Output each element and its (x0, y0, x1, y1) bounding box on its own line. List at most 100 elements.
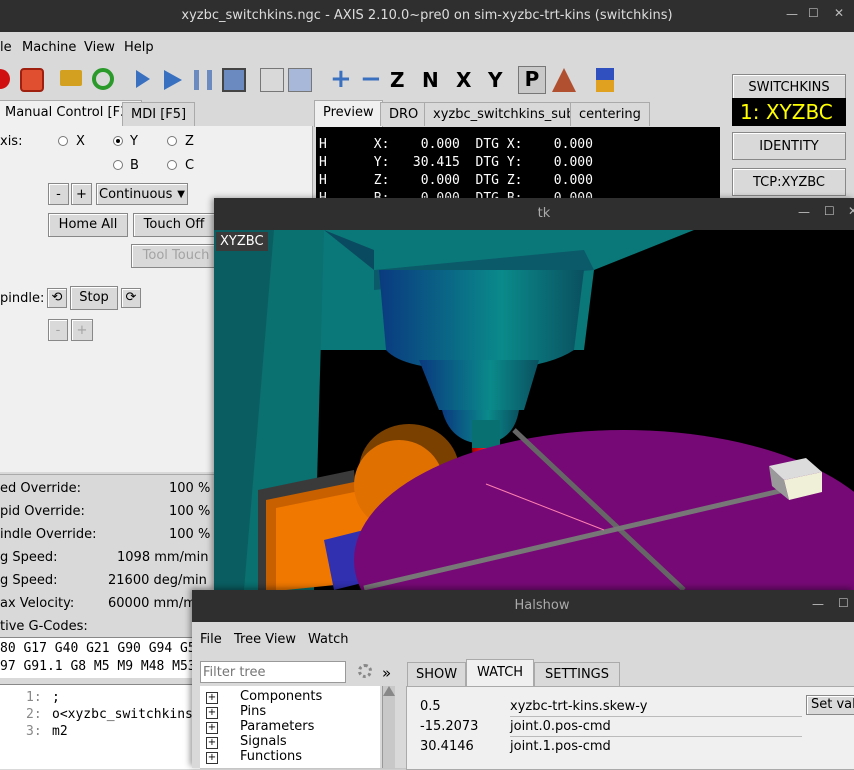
tree-expand-icon: + (206, 722, 218, 734)
close-icon[interactable]: ✕ (834, 6, 844, 20)
axis-y-label: Y (130, 134, 138, 149)
axis-radio-x[interactable] (58, 136, 68, 146)
halshow-menu-file[interactable]: File (200, 632, 222, 647)
spindle-stop-button[interactable]: Stop (70, 286, 118, 310)
rotate-view-icon[interactable] (552, 68, 576, 92)
filter-settings-icon[interactable] (358, 664, 372, 678)
tree-expand-icon: + (206, 707, 218, 719)
jog-mode-value: Continuous (99, 187, 173, 202)
tree-expand-icon: + (206, 692, 218, 704)
menu-machine[interactable]: Machine (22, 40, 76, 55)
touch-off-button[interactable]: Touch Off (133, 213, 215, 237)
minimize-icon[interactable]: — (798, 205, 810, 219)
expand-button[interactable]: » (382, 664, 391, 682)
axis-radio-c[interactable] (167, 160, 177, 170)
spindle-override-value: 100 % (169, 527, 211, 542)
minimize-icon[interactable]: — (812, 597, 824, 611)
stop-icon[interactable] (222, 68, 246, 92)
tree-item-components[interactable]: + Components (206, 689, 322, 704)
view-x-icon[interactable]: X (456, 68, 480, 92)
active-gcodes-box: 80 G17 G40 G21 G90 G94 G5 97 G91.1 G8 M5… (0, 637, 200, 678)
view-y-icon[interactable]: Y (488, 68, 512, 92)
jog-mode-select[interactable]: Continuous ▼ (96, 183, 188, 205)
halshow-menu-watch[interactable]: Watch (308, 632, 348, 647)
optional-stop-icon[interactable] (288, 68, 312, 92)
step-icon[interactable] (164, 70, 182, 90)
tree-item-label: Signals (240, 734, 287, 749)
max-velocity-label: ax Velocity: (0, 596, 75, 611)
tcp-xyzbc-button[interactable]: TCP:XYZBC (732, 168, 846, 196)
menu-file[interactable]: le (0, 40, 12, 55)
tree-expand-icon: + (206, 752, 218, 764)
halshow-tab-settings[interactable]: SETTINGS (534, 662, 621, 687)
minimize-icon[interactable]: — (786, 7, 798, 21)
halshow-window: Halshow — ☐ File Tree View Watch » + Comp… (192, 590, 854, 770)
maximize-icon[interactable]: ☐ (824, 204, 835, 218)
tk-title-bar: tk — ☐ ✕ (214, 198, 854, 230)
set-value-button[interactable]: Set val (806, 695, 854, 715)
feed-override-value: 100 % (169, 481, 211, 496)
spindle-ccw-icon[interactable]: ⟲ (47, 288, 67, 308)
axis-radio-y[interactable] (113, 136, 123, 146)
gcodes-line-1: 80 G17 G40 G21 G90 G94 G5 (0, 641, 196, 656)
block-delete-icon[interactable] (260, 68, 284, 92)
tree-item-label: Parameters (240, 719, 315, 734)
tab-centering[interactable]: centering (570, 102, 650, 126)
filter-tree-input[interactable] (200, 661, 346, 683)
power-icon[interactable] (20, 68, 44, 92)
kins-panel: SWITCHKINS 1: XYZBC IDENTITY TCP:XYZBC (726, 68, 854, 208)
axis-radio-b[interactable] (113, 160, 123, 170)
angular-jog-speed-label: g Speed: (0, 573, 58, 588)
tree-item-functions[interactable]: + Functions (206, 749, 302, 764)
tab-preview[interactable]: Preview (314, 100, 383, 127)
tab-xyzbc-switchkins-sub[interactable]: xyzbc_switchkins_sub (424, 102, 584, 126)
tree-item-parameters[interactable]: + Parameters (206, 719, 314, 734)
view-p-icon[interactable]: P (518, 66, 546, 94)
divider (510, 736, 802, 737)
spindle-plus-button[interactable]: + (71, 319, 93, 341)
clear-plot-icon[interactable] (596, 68, 614, 92)
zoom-out-icon[interactable]: − (360, 66, 382, 92)
menu-view[interactable]: View (84, 40, 115, 55)
identity-button[interactable]: IDENTITY (732, 132, 846, 160)
watch-value: 0.5 (420, 699, 441, 714)
reload-icon[interactable] (92, 68, 114, 90)
dro-display: H X: 0.000 DTG X: 0.000 H Y: 30.415 DTG … (316, 127, 720, 207)
halshow-tab-watch[interactable]: WATCH (466, 659, 535, 687)
zoom-in-icon[interactable]: + (330, 66, 352, 92)
maximize-icon[interactable]: ☐ (838, 596, 849, 610)
maximize-icon[interactable]: ☐ (808, 6, 819, 20)
watch-pin-name: joint.0.pos-cmd (510, 719, 611, 734)
halshow-menu-tree-view[interactable]: Tree View (234, 632, 296, 647)
open-folder-icon[interactable] (60, 70, 82, 86)
scroll-up-icon[interactable] (383, 686, 395, 696)
halshow-tab-show[interactable]: SHOW (407, 662, 467, 687)
view-z-icon[interactable]: Z (390, 68, 414, 92)
spindle-minus-button[interactable]: - (48, 319, 68, 341)
tk-window: tk — ☐ ✕ XYZBC (214, 198, 854, 590)
spindle-cw-icon[interactable]: ⟳ (121, 288, 141, 308)
jog-minus-button[interactable]: - (48, 183, 69, 205)
switchkins-button[interactable]: SWITCHKINS (732, 74, 846, 100)
pause-icon[interactable] (194, 70, 212, 90)
watch-panel: 0.5 xyzbc-trt-kins.skew-y Set val -15.20… (406, 686, 854, 770)
tree-item-signals[interactable]: + Signals (206, 734, 287, 749)
view-z2-icon[interactable]: N (422, 68, 446, 92)
tree-item-pins[interactable]: + Pins (206, 704, 266, 719)
watch-pin-name: joint.1.pos-cmd (510, 739, 611, 754)
home-all-button[interactable]: Home All (48, 213, 128, 237)
estop-icon[interactable] (0, 69, 10, 89)
tool-touch-button[interactable]: Tool Touch (131, 244, 221, 268)
tab-dro[interactable]: DRO (380, 102, 428, 126)
run-icon[interactable] (136, 70, 150, 88)
menu-help[interactable]: Help (124, 40, 154, 55)
dro-line: H Y: 30.415 DTG Y: 0.000 (319, 155, 593, 170)
machine-3d-view[interactable]: XYZBC (214, 230, 854, 590)
tree-scrollbar[interactable] (382, 686, 395, 768)
axis-radio-z[interactable] (167, 136, 177, 146)
tab-mdi[interactable]: MDI [F5] (122, 102, 196, 126)
close-icon[interactable]: ✕ (848, 204, 854, 218)
jog-plus-button[interactable]: + (71, 183, 92, 205)
dro-line: H X: 0.000 DTG X: 0.000 (319, 137, 593, 152)
spindle-label: pindle: (0, 291, 45, 306)
